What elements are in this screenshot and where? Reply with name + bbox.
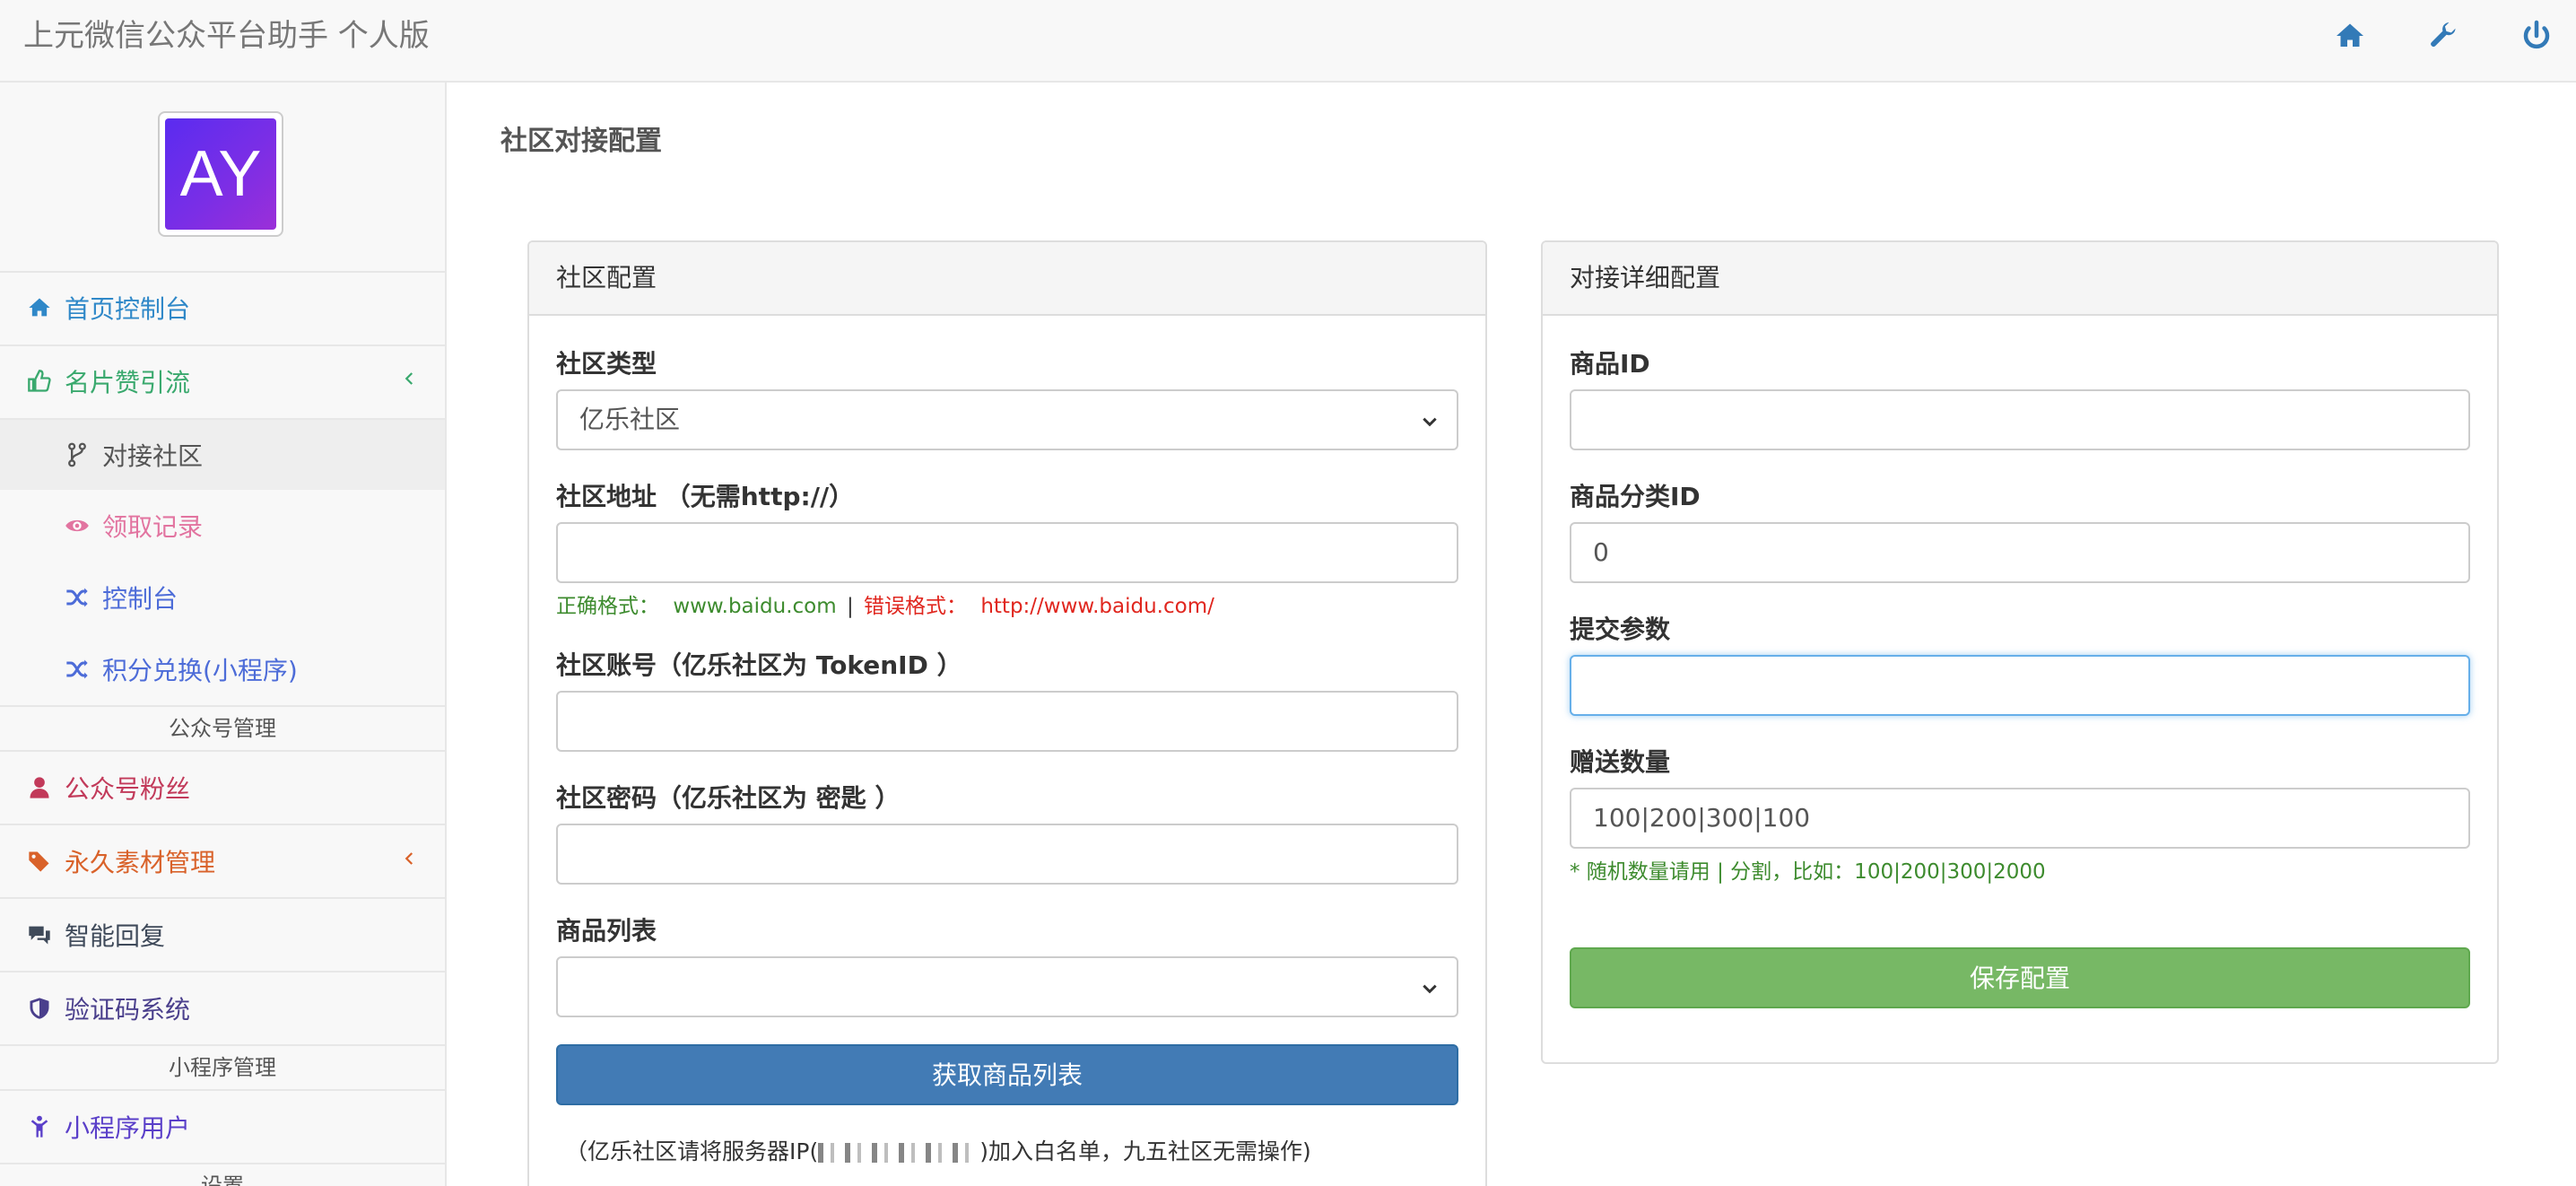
community-type-label: 社区类型 xyxy=(556,349,657,379)
hint-separator: | xyxy=(846,595,854,618)
sidebar-item-followers[interactable]: 公众号粉丝 xyxy=(0,750,445,824)
sidebar-item-label: 首页控制台 xyxy=(65,294,191,324)
eye-icon xyxy=(65,513,90,538)
section-label-official-account: 公众号管理 xyxy=(0,705,445,750)
category-id-label: 商品分类ID xyxy=(1570,482,1701,511)
tags-icon xyxy=(27,849,52,874)
gift-quantity-label: 赠送数量 xyxy=(1570,747,1671,777)
sidebar-item-label: 积分兑换(小程序) xyxy=(102,656,298,685)
child-icon xyxy=(27,1114,52,1139)
community-address-label: 社区地址 （无需http://） xyxy=(556,482,855,511)
avatar: AY xyxy=(165,118,276,230)
shield-icon xyxy=(27,996,52,1021)
hint-wrong-value: http://www.baidu.com/ xyxy=(980,595,1214,618)
avatar-frame: AY xyxy=(158,111,283,237)
code-fork-icon xyxy=(65,442,90,467)
panel-heading: 社区配置 xyxy=(529,242,1485,316)
goods-id-input[interactable] xyxy=(1570,389,2470,450)
community-account-label: 社区账号（亿乐社区为 TokenID ） xyxy=(556,650,962,680)
home-icon xyxy=(27,295,52,320)
sidebar-item-auto-reply[interactable]: 智能回复 xyxy=(0,897,445,971)
app-title[interactable]: 上元微信公众平台助手 个人版 xyxy=(23,0,430,72)
chevron-left-icon xyxy=(402,850,418,867)
save-config-button[interactable]: 保存配置 xyxy=(1570,947,2470,1008)
sidebar-item-label: 领取记录 xyxy=(102,512,204,542)
community-type-value: 亿乐社区 xyxy=(579,405,681,434)
comments-icon xyxy=(27,922,52,947)
gift-quantity-input[interactable]: 100|200|300|100 xyxy=(1570,788,2470,849)
sidebar-item-mini-program-users[interactable]: 小程序用户 xyxy=(0,1089,445,1163)
thumbs-up-icon xyxy=(27,369,52,394)
home-icon[interactable] xyxy=(2334,20,2366,52)
sidebar: AY 首页控制台 名片赞引流 对接社区 领取记录 控制台 积分兑换(小程序) 公… xyxy=(0,83,447,1186)
redacted-ip xyxy=(818,1143,980,1163)
submit-params-input[interactable] xyxy=(1570,655,2470,716)
submit-params-label: 提交参数 xyxy=(1570,615,1671,644)
sidebar-item-console[interactable]: 控制台 xyxy=(0,562,445,633)
sidebar-item-label: 小程序用户 xyxy=(65,1113,191,1143)
page-title: 社区对接配置 xyxy=(500,126,662,157)
whitelist-note: （亿乐社区请将服务器IP( )加入白名单，九五社区无需操作) xyxy=(565,1134,1311,1166)
hint-correct-value: www.baidu.com xyxy=(673,595,837,618)
goods-list-select[interactable] xyxy=(556,956,1458,1017)
panel-heading: 对接详细配置 xyxy=(1543,242,2497,316)
connect-detail-panel: 对接详细配置 商品ID 商品分类ID 0 提交参数 赠送数量 100|200|3… xyxy=(1541,240,2499,1064)
whitelist-note-after: )加入白名单，九五社区无需操作) xyxy=(979,1138,1311,1164)
random-icon xyxy=(65,657,90,682)
section-label-mini-program: 小程序管理 xyxy=(0,1044,445,1089)
goods-list-label: 商品列表 xyxy=(556,916,657,946)
random-icon xyxy=(65,585,90,610)
sidebar-item-label: 对接社区 xyxy=(102,441,204,471)
wrench-icon[interactable] xyxy=(2427,20,2459,52)
community-type-select[interactable]: 亿乐社区 xyxy=(556,389,1458,450)
whitelist-note-before: （亿乐社区请将服务器IP( xyxy=(565,1138,819,1164)
sidebar-item-permanent-assets[interactable]: 永久素材管理 xyxy=(0,824,445,897)
sidebar-item-dashboard[interactable]: 首页控制台 xyxy=(0,271,445,343)
sidebar-item-card-likes[interactable]: 名片赞引流 xyxy=(0,344,445,416)
chevron-left-icon xyxy=(402,371,418,387)
address-format-hint: 正确格式： www.baidu.com | 错误格式： http://www.b… xyxy=(556,589,1214,619)
section-label-settings: 设置 xyxy=(0,1163,445,1186)
user-icon xyxy=(27,775,52,800)
hint-wrong-label: 错误格式： xyxy=(864,595,968,618)
sidebar-item-claim-records[interactable]: 领取记录 xyxy=(0,490,445,562)
chevron-down-icon xyxy=(1421,980,1439,998)
sidebar-item-label: 名片赞引流 xyxy=(65,368,191,397)
community-address-input[interactable] xyxy=(556,522,1458,583)
community-password-input[interactable] xyxy=(556,824,1458,885)
sidebar-item-captcha-system[interactable]: 验证码系统 xyxy=(0,971,445,1044)
sidebar-item-label: 智能回复 xyxy=(65,921,166,951)
sidebar-item-label: 公众号粉丝 xyxy=(65,774,191,804)
community-account-input[interactable] xyxy=(556,691,1458,752)
goods-id-label: 商品ID xyxy=(1570,349,1650,379)
power-icon[interactable] xyxy=(2520,20,2553,52)
chevron-down-icon xyxy=(1421,413,1439,431)
sidebar-item-label: 验证码系统 xyxy=(65,995,191,1025)
top-navbar: 上元微信公众平台助手 个人版 xyxy=(0,0,2576,83)
community-config-panel: 社区配置 社区类型 亿乐社区 社区地址 （无需http://） 正确格式： ww… xyxy=(527,240,1487,1186)
gift-quantity-hint: * 随机数量请用 | 分割，比如：100|200|300|2000 xyxy=(1570,860,2046,884)
sidebar-item-points-exchange[interactable]: 积分兑换(小程序) xyxy=(0,633,445,705)
sidebar-item-label: 控制台 xyxy=(102,584,178,614)
sidebar-item-connect-community[interactable]: 对接社区 xyxy=(0,418,445,490)
sidebar-item-label: 永久素材管理 xyxy=(65,848,216,877)
fetch-goods-list-button[interactable]: 获取商品列表 xyxy=(556,1044,1458,1105)
category-id-input[interactable]: 0 xyxy=(1570,522,2470,583)
community-password-label: 社区密码（亿乐社区为 密匙 ） xyxy=(556,783,901,813)
hint-correct-label: 正确格式： xyxy=(556,595,659,618)
